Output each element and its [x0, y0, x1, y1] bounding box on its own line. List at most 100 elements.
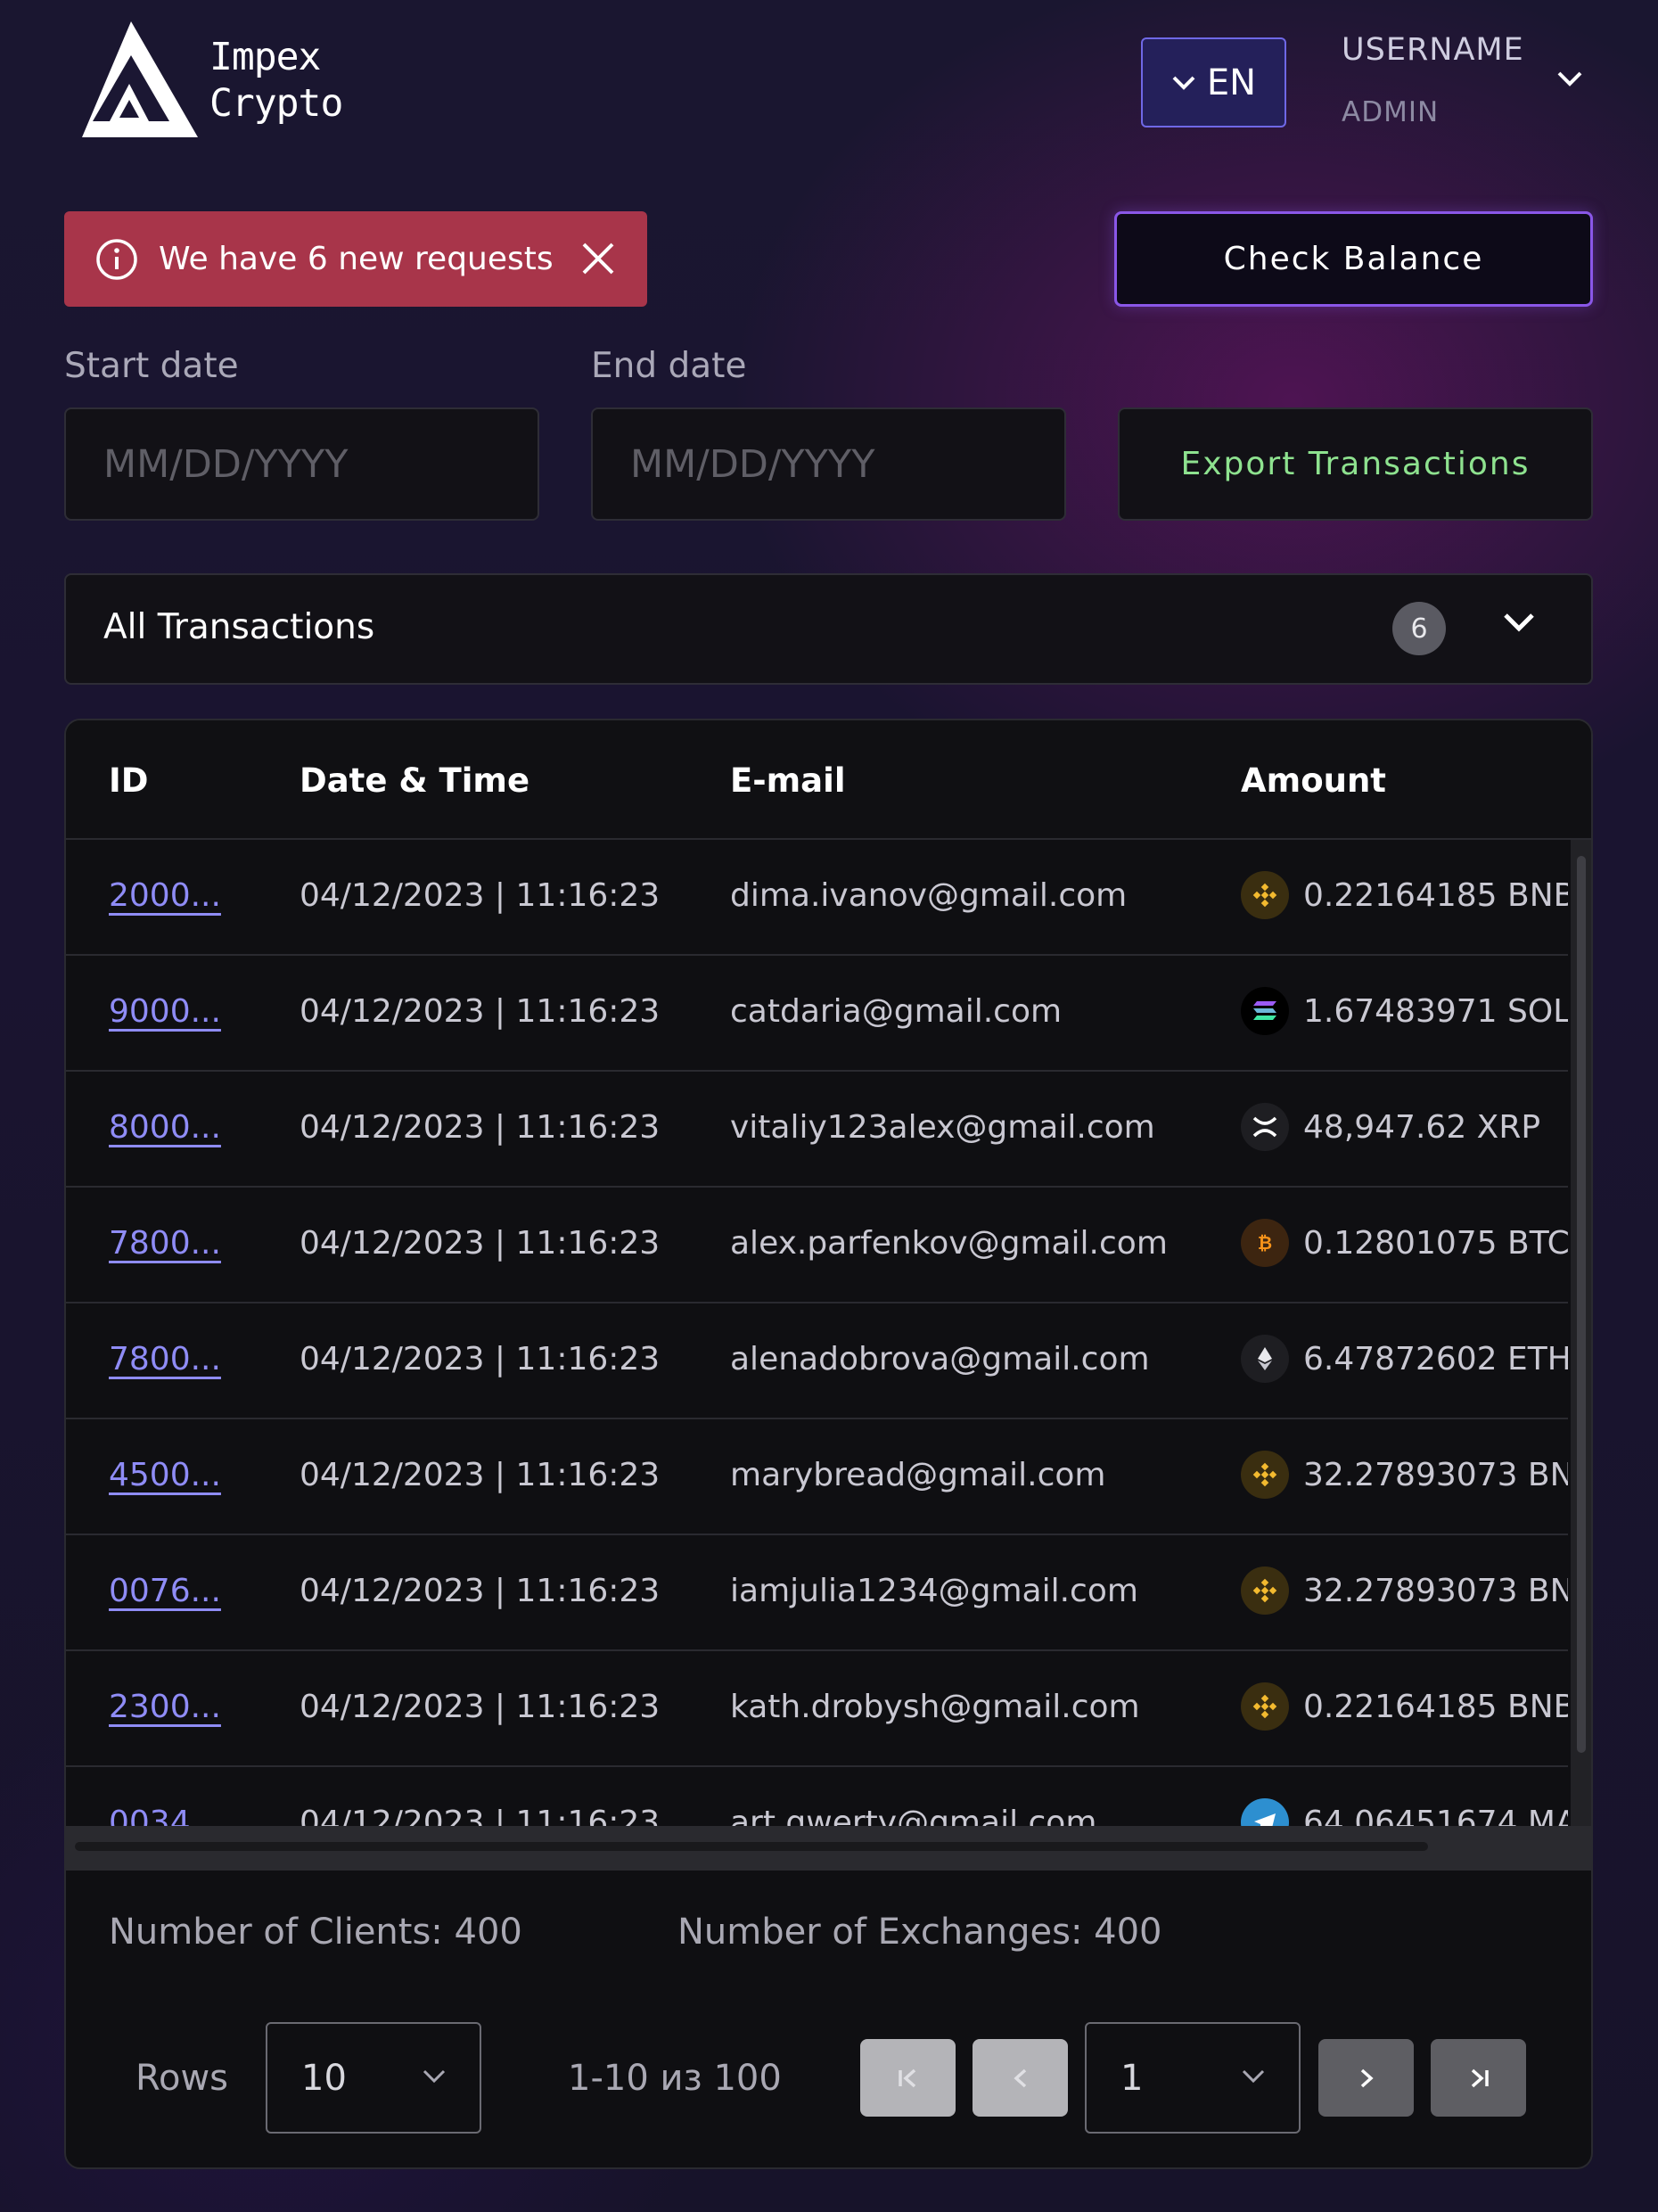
- transaction-id-link[interactable]: 9000...: [109, 993, 221, 1030]
- bnb-icon: [1241, 1566, 1289, 1615]
- table-row: 2300... 04/12/2023 | 11:16:23 kath.droby…: [66, 1651, 1568, 1767]
- transaction-amount: 1.67483971 SOL: [1241, 987, 1568, 1035]
- transaction-datetime: 04/12/2023 | 11:16:23: [300, 1341, 661, 1377]
- bnb-icon: [1241, 871, 1289, 919]
- transaction-id-link[interactable]: 2000...: [109, 877, 221, 914]
- transaction-id-link[interactable]: 0076...: [109, 1573, 221, 1609]
- user-menu[interactable]: USERNAME ADMIN: [1342, 27, 1591, 143]
- clients-count: Number of Clients: 400: [109, 1912, 522, 1953]
- transaction-email: catdaria@gmail.com: [730, 993, 1063, 1030]
- brand-name: Impex Crypto: [209, 35, 343, 126]
- eth-icon: [1241, 1335, 1289, 1383]
- chevron-down-icon: [423, 2069, 446, 2084]
- alert-text: We have 6 new requests: [159, 241, 554, 277]
- table-row: 2000... 04/12/2023 | 11:16:23 dima.ivano…: [66, 840, 1568, 956]
- rows-label: Rows: [135, 2058, 229, 2099]
- telegram-icon: [1241, 1798, 1289, 1826]
- end-date-input[interactable]: MM/DD/YYYY: [591, 407, 1066, 521]
- table-row: 9000... 04/12/2023 | 11:16:23 catdaria@g…: [66, 956, 1568, 1072]
- transaction-datetime: 04/12/2023 | 11:16:23: [300, 1805, 661, 1826]
- transaction-id-link[interactable]: 2300...: [109, 1689, 221, 1725]
- transaction-email: alenadobrova@gmail.com: [730, 1341, 1150, 1377]
- transaction-email: vitaliy123alex@gmail.com: [730, 1109, 1155, 1146]
- rows-per-page-value: 10: [301, 2058, 347, 2099]
- transaction-id-link[interactable]: 8000...: [109, 1109, 221, 1146]
- amount-value: 1.67483971 SOL: [1303, 992, 1568, 1030]
- page-select[interactable]: 1: [1085, 2022, 1301, 2134]
- language-selector[interactable]: EN: [1141, 37, 1286, 127]
- first-page-button[interactable]: [860, 2039, 956, 2117]
- last-page-button[interactable]: [1431, 2039, 1526, 2117]
- chevron-down-icon: [1242, 2069, 1265, 2084]
- transaction-amount: 6.47872602 ETH: [1241, 1335, 1568, 1383]
- transaction-id-link[interactable]: 7800...: [109, 1225, 221, 1262]
- amount-value: 0.22164185 BNB: [1303, 876, 1568, 914]
- prev-page-button[interactable]: [973, 2039, 1068, 2117]
- transaction-amount: ₿ 0.12801075 BTC: [1241, 1219, 1568, 1267]
- table-header: ID Date & Time E-mail Amount: [66, 720, 1591, 840]
- end-date-label: End date: [591, 346, 747, 386]
- transaction-amount: 0.22164185 BNB: [1241, 1682, 1568, 1731]
- rows-per-page-select[interactable]: 10: [266, 2022, 481, 2134]
- end-date-placeholder: MM/DD/YYYY: [630, 441, 875, 487]
- amount-value: 32.27893073 BNB: [1303, 1572, 1568, 1609]
- chevron-down-icon: [1172, 76, 1195, 90]
- vertical-scrollbar-thumb[interactable]: [1577, 856, 1586, 1753]
- logo-mark-icon: [82, 21, 198, 137]
- new-requests-alert: We have 6 new requests: [64, 211, 647, 307]
- transaction-email: iamjulia1234@gmail.com: [730, 1573, 1138, 1609]
- brand-logo[interactable]: Impex Crypto: [64, 21, 358, 143]
- transaction-amount: 0.22164185 BNB: [1241, 871, 1568, 919]
- transaction-type-select[interactable]: All Transactions 6: [64, 573, 1593, 685]
- transaction-datetime: 04/12/2023 | 11:16:23: [300, 1109, 661, 1146]
- close-icon[interactable]: [579, 240, 617, 277]
- user-role: ADMIN: [1342, 96, 1440, 128]
- transaction-datetime: 04/12/2023 | 11:16:23: [300, 1225, 661, 1262]
- start-date-label: Start date: [64, 346, 239, 386]
- amount-value: 6.47872602 ETH: [1303, 1340, 1568, 1377]
- column-header-amount: Amount: [1241, 761, 1386, 800]
- current-page: 1: [1120, 2058, 1144, 2099]
- amount-value: 0.12801075 BTC: [1303, 1224, 1568, 1262]
- table-row: 8000... 04/12/2023 | 11:16:23 vitaliy123…: [66, 1072, 1568, 1188]
- export-transactions-button[interactable]: Export Transactions: [1118, 407, 1593, 521]
- transaction-type-value: All Transactions: [103, 607, 375, 647]
- horizontal-scrollbar-thumb[interactable]: [75, 1842, 1428, 1851]
- bnb-icon: [1241, 1451, 1289, 1499]
- table-row: 4500... 04/12/2023 | 11:16:23 marybread@…: [66, 1419, 1568, 1535]
- transaction-email: art.qwerty@gmail.com: [730, 1805, 1097, 1826]
- sol-icon: [1241, 987, 1289, 1035]
- chevron-down-icon: [1557, 71, 1582, 86]
- bnb-icon: [1241, 1682, 1289, 1731]
- transaction-datetime: 04/12/2023 | 11:16:23: [300, 877, 661, 914]
- column-header-id: ID: [109, 761, 149, 800]
- transaction-email: dima.ivanov@gmail.com: [730, 877, 1128, 914]
- transaction-id-link[interactable]: 0034...: [109, 1805, 221, 1826]
- next-page-button[interactable]: [1318, 2039, 1414, 2117]
- page-range: 1-10 из 100: [568, 2058, 782, 2099]
- svg-text:₿: ₿: [1258, 1232, 1272, 1254]
- info-icon: [96, 238, 137, 280]
- check-balance-button[interactable]: Check Balance: [1114, 211, 1593, 307]
- username: USERNAME: [1342, 32, 1524, 68]
- transaction-email: alex.parfenkov@gmail.com: [730, 1225, 1168, 1262]
- transaction-id-link[interactable]: 7800...: [109, 1341, 221, 1377]
- table-row: 0076... 04/12/2023 | 11:16:23 iamjulia12…: [66, 1535, 1568, 1651]
- start-date-input[interactable]: MM/DD/YYYY: [64, 407, 539, 521]
- count-badge: 6: [1392, 602, 1446, 655]
- xrp-icon: [1241, 1103, 1289, 1151]
- language-value: EN: [1206, 62, 1257, 103]
- amount-value: 48,947.62 XRP: [1303, 1108, 1541, 1146]
- btc-icon: ₿: [1241, 1219, 1289, 1267]
- transaction-datetime: 04/12/2023 | 11:16:23: [300, 1689, 661, 1725]
- transaction-amount: 48,947.62 XRP: [1241, 1103, 1540, 1151]
- column-header-datetime: Date & Time: [300, 761, 530, 800]
- amount-value: 32.27893073 BNB: [1303, 1456, 1568, 1493]
- transaction-id-link[interactable]: 4500...: [109, 1457, 221, 1493]
- start-date-placeholder: MM/DD/YYYY: [103, 441, 349, 487]
- chevron-right-icon: [1360, 2068, 1374, 2087]
- transaction-datetime: 04/12/2023 | 11:16:23: [300, 1457, 661, 1493]
- transaction-datetime: 04/12/2023 | 11:16:23: [300, 993, 661, 1030]
- last-page-icon: [1471, 2068, 1489, 2087]
- transaction-amount: 32.27893073 BNB: [1241, 1566, 1568, 1615]
